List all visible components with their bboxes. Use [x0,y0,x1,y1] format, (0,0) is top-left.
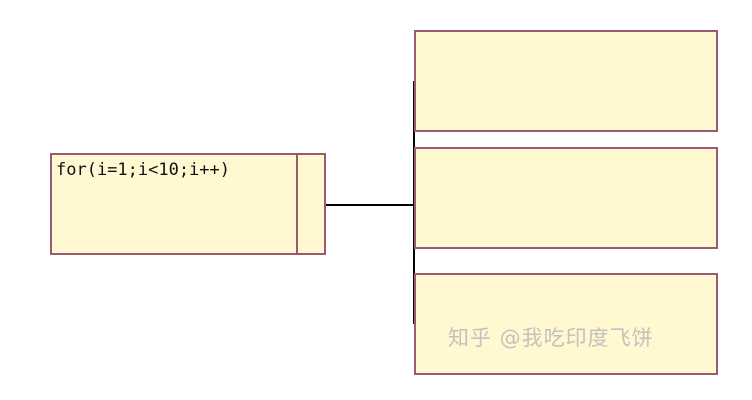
watermark-text: 知乎 @我吃印度飞饼 [448,326,654,350]
loop-block-divider [296,155,298,253]
for-loop-block[interactable]: for(i=1;i<10;i++) [50,153,326,255]
loop-body-block-2[interactable] [414,147,718,249]
diagram-canvas: for(i=1;i<10;i++) 知乎 @我吃印度飞饼 [0,0,752,400]
for-loop-statement: for(i=1;i<10;i++) [56,160,230,180]
loop-body-block-1[interactable] [414,30,718,132]
